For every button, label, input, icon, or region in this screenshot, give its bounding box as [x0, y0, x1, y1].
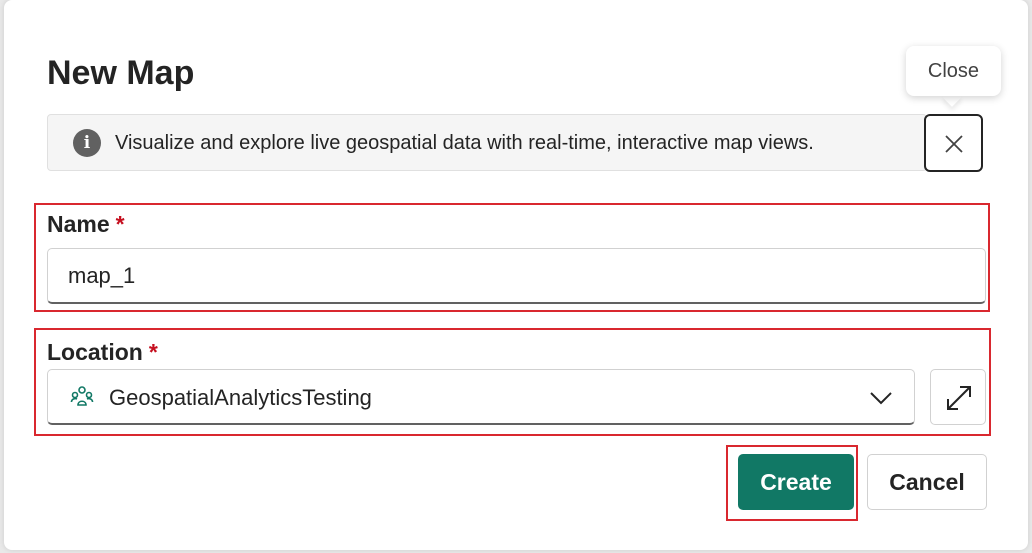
create-button-highlight: [726, 445, 858, 521]
close-tooltip: Close: [906, 46, 1001, 96]
banner-text: Visualize and explore live geospatial da…: [115, 132, 814, 154]
info-icon: i: [73, 129, 101, 157]
dialog-title: New Map: [47, 54, 195, 92]
close-button[interactable]: [924, 114, 983, 172]
cancel-button[interactable]: Cancel: [867, 454, 987, 510]
info-banner: i Visualize and explore live geospatial …: [47, 114, 927, 171]
location-field-highlight: [34, 328, 991, 436]
name-field-highlight: [34, 203, 990, 312]
